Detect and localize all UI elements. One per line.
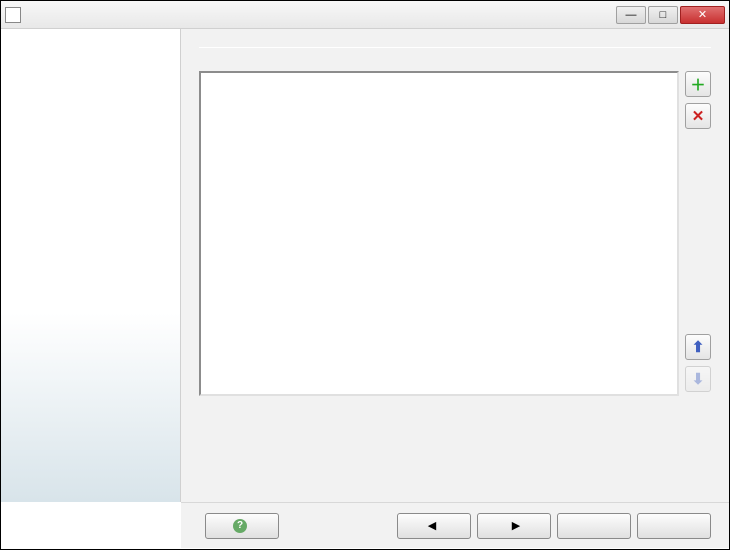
advanced-options-label [11, 39, 172, 43]
move-up-button[interactable]: ⬆ [685, 334, 711, 360]
window-controls: — □ ✕ [616, 6, 725, 24]
add-button[interactable]: ＋ [685, 71, 711, 97]
move-down-button[interactable]: ⬇ [685, 366, 711, 392]
next-button[interactable]: ▶ [477, 513, 551, 539]
page-heading [199, 41, 711, 48]
footer: ? ◀ ▶ [181, 502, 729, 548]
help-button[interactable]: ? [205, 513, 279, 539]
minimize-button[interactable]: — [616, 6, 646, 24]
maximize-button[interactable]: □ [648, 6, 678, 24]
close-button[interactable]: ✕ [680, 6, 725, 24]
back-button[interactable]: ◀ [397, 513, 471, 539]
app-icon [5, 7, 21, 23]
remove-button[interactable]: ✕ [685, 103, 711, 129]
content-pane: ＋ ✕ ⬆ ⬇ [181, 29, 729, 502]
help-icon: ? [233, 519, 247, 533]
search-sequence-list[interactable] [199, 71, 679, 396]
sidebar [1, 29, 181, 502]
titlebar: — □ ✕ [1, 1, 729, 29]
cancel-button[interactable] [637, 513, 711, 539]
finish-button[interactable] [557, 513, 631, 539]
